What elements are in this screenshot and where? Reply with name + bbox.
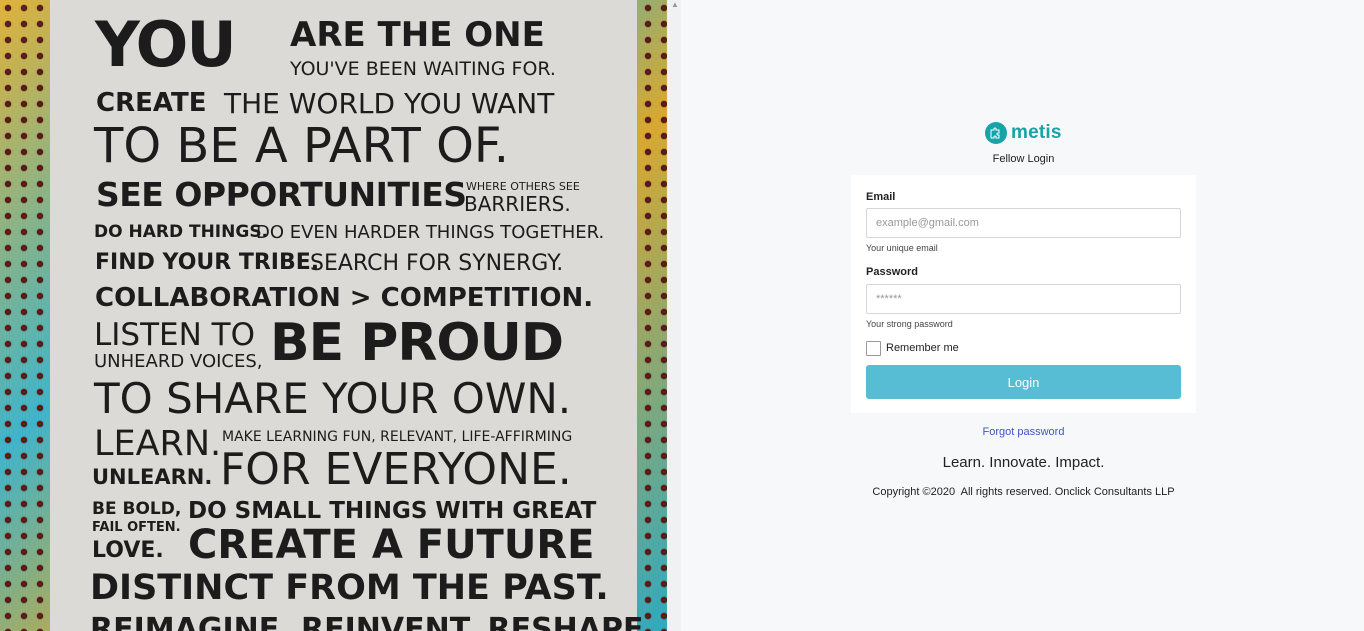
page-scrollbar[interactable] — [667, 0, 681, 631]
poster-line: COLLABORATION > COMPETITION. — [95, 283, 594, 313]
email-field[interactable] — [866, 208, 1181, 238]
password-field[interactable] — [866, 284, 1181, 314]
login-button[interactable]: Login — [866, 365, 1181, 399]
remember-me-label[interactable]: Remember me — [886, 342, 959, 354]
poster-line: YOU — [95, 8, 237, 81]
page-subtitle: Fellow Login — [992, 153, 1055, 165]
puzzle-logo-icon — [985, 122, 1007, 144]
login-form: Email Your unique email Password Your st… — [851, 175, 1196, 413]
scroll-up-arrow-icon[interactable]: ▲ — [671, 0, 679, 9]
poster-line: REIMAGINE. REINVENT. RESHAPE. — [90, 612, 655, 631]
poster-line: UNHEARD VOICES, — [94, 351, 263, 372]
poster-line: ARE THE ONE — [290, 15, 545, 55]
motivational-poster-image: YOU ARE THE ONE YOU'VE BEEN WAITING FOR.… — [0, 0, 667, 631]
copyright-text: Copyright ©2020 All rights reserved. Onc… — [872, 486, 1175, 498]
brand-name: metis — [1011, 122, 1062, 143]
poster-line: SEARCH FOR SYNERGY. — [310, 251, 564, 276]
poster-line: UNLEARN. — [92, 465, 213, 489]
poster-line: LISTEN TO — [94, 317, 255, 353]
remember-me-checkbox[interactable] — [866, 341, 881, 356]
poster-line: SEE OPPORTUNITIES — [96, 175, 467, 214]
poster-line: BARRIERS. — [464, 192, 571, 216]
email-label: Email — [866, 191, 896, 203]
poster-line: DO EVEN HARDER THINGS TOGETHER. — [256, 222, 605, 243]
password-label: Password — [866, 266, 918, 278]
poster-line: DO SMALL THINGS WITH GREAT — [188, 498, 597, 524]
poster-line: BE PROUD — [270, 313, 564, 373]
poster-line: TO SHARE YOUR OWN. — [94, 374, 572, 423]
poster-line: BE BOLD, — [92, 499, 182, 519]
poster-line: THE WORLD YOU WANT — [224, 87, 555, 120]
brand-logo: metis — [985, 122, 1062, 144]
tagline: Learn. Innovate. Impact. — [942, 454, 1105, 471]
poster-line: CREATE A FUTURE — [188, 522, 595, 568]
poster-line: MAKE LEARNING FUN, RELEVANT, LIFE-AFFIRM… — [222, 429, 573, 445]
poster-line: WHERE OTHERS SEE — [466, 180, 580, 193]
email-help-text: Your unique email — [866, 243, 938, 253]
forgot-password-link[interactable]: Forgot password — [851, 426, 1196, 438]
poster-line: FIND YOUR TRIBE. — [95, 250, 320, 275]
poster-line: LOVE. — [92, 538, 164, 563]
poster-line: CREATE — [96, 88, 207, 118]
poster-line: LEARN. — [94, 424, 222, 464]
poster-line: DO HARD THINGS. — [94, 222, 269, 242]
poster-line: DISTINCT FROM THE PAST. — [90, 568, 609, 608]
poster-line: FAIL OFTEN. — [92, 520, 181, 535]
poster-line: FOR EVERYONE. — [220, 444, 572, 495]
password-help-text: Your strong password — [866, 319, 953, 329]
poster-line: YOU'VE BEEN WAITING FOR. — [290, 58, 556, 80]
poster-line: TO BE A PART OF. — [94, 118, 510, 174]
poster-card: YOU ARE THE ONE YOU'VE BEEN WAITING FOR.… — [50, 0, 655, 631]
